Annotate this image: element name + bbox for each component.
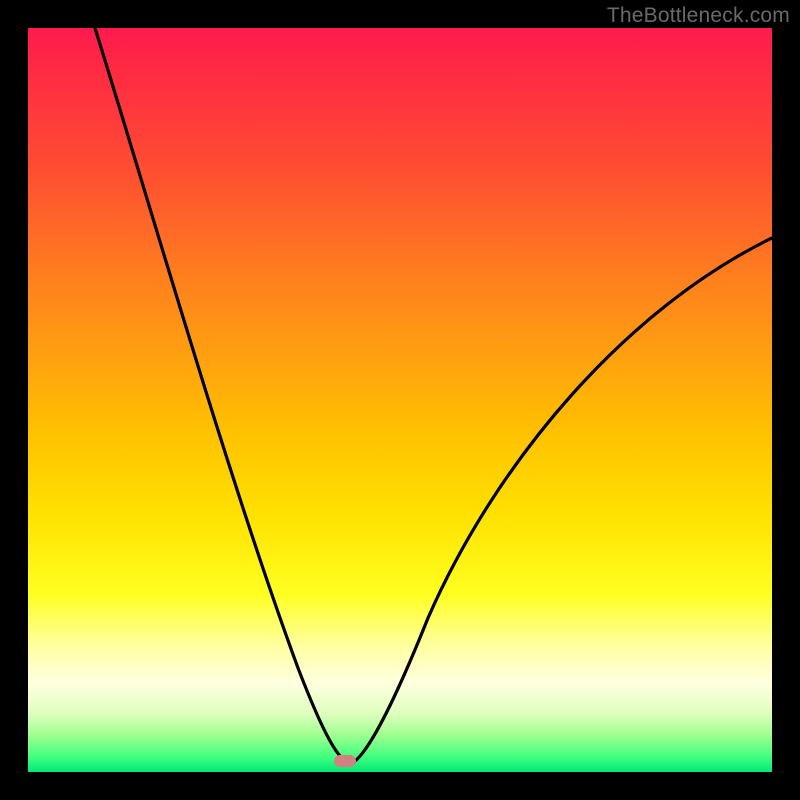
chart-frame: TheBottleneck.com bbox=[0, 0, 800, 800]
plot-area bbox=[28, 28, 772, 772]
watermark-text: TheBottleneck.com bbox=[607, 4, 790, 28]
bottleneck-curve-path bbox=[95, 28, 772, 764]
min-marker bbox=[334, 755, 356, 767]
curve-svg bbox=[28, 28, 772, 772]
